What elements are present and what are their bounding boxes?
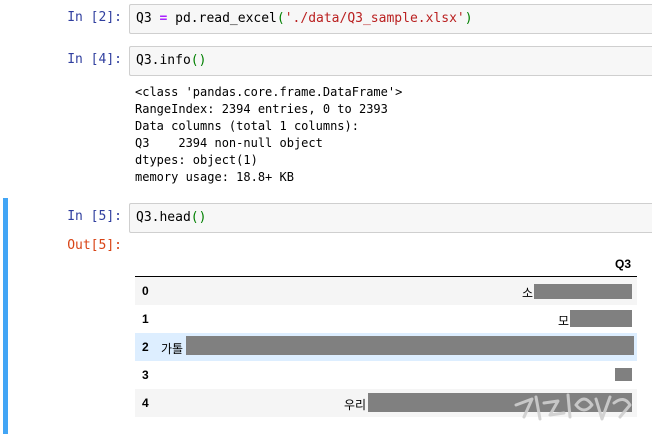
column-header-q3: Q3 [614,257,631,271]
code-paren-close: ) [198,53,207,68]
row-index: 3 [142,368,149,382]
code-call: Q3.info [136,53,191,68]
redaction-block [570,310,632,327]
input-prompt: In [5]: [67,209,122,224]
redaction-block [186,336,634,355]
input-prompt: In [4]: [67,52,122,67]
code-paren-close: ) [198,210,207,225]
row-index: 4 [142,396,149,410]
cell-value: 가톨 [161,342,184,356]
cell-value: 모 [558,314,570,328]
code-call: Q3.head [136,210,191,225]
stdout-output: <class 'pandas.core.frame.DataFrame'> Ran… [135,84,402,186]
code-variable: Q3 [136,11,152,26]
code-input[interactable]: Q3.head() [129,203,652,233]
row-index: 0 [142,284,149,298]
code-call: pd.read_excel [175,11,277,26]
cell-value: 소 [522,286,534,300]
stdout-line: Data columns (total 1 columns): [135,119,359,133]
code-paren-open: ( [190,210,199,225]
code-operator: = [159,11,168,26]
table-row: 2 가톨 [135,333,637,361]
table-row: 4 우리 [135,389,637,417]
table-row: 0 소 [135,277,637,305]
stdout-line: Q3 2394 non-null object [135,136,323,150]
code-input[interactable]: Q3.info() [129,46,652,76]
code-paren-open: ( [276,11,285,26]
stdout-line: dtypes: object(1) [135,153,258,167]
stdout-line: <class 'pandas.core.frame.DataFrame'> [135,85,403,99]
dataframe-table: Q3 0 소 1 모 2 가톨 3 4 우리 [135,251,637,417]
input-prompt: In [2]: [67,10,122,25]
code-string: './data/Q3_sample.xlsx' [284,11,465,26]
row-index: 2 [142,340,149,354]
cell-value: 우리 [344,398,367,412]
redaction-block [534,284,632,299]
stdout-line: memory usage: 18.8+ KB [135,170,294,184]
row-index: 1 [142,312,149,326]
redaction-block [615,368,632,381]
table-header: Q3 [135,251,637,277]
selected-cell-indicator [3,198,8,434]
table-row: 3 [135,361,637,389]
table-row: 1 모 [135,305,637,333]
stdout-line: RangeIndex: 2394 entries, 0 to 2393 [135,102,388,116]
code-paren-open: ( [190,53,199,68]
code-paren-close: ) [464,11,473,26]
code-input[interactable]: Q3 = pd.read_excel('./data/Q3_sample.xls… [129,4,652,34]
output-prompt: Out[5]: [67,238,122,253]
redaction-block [368,393,632,412]
